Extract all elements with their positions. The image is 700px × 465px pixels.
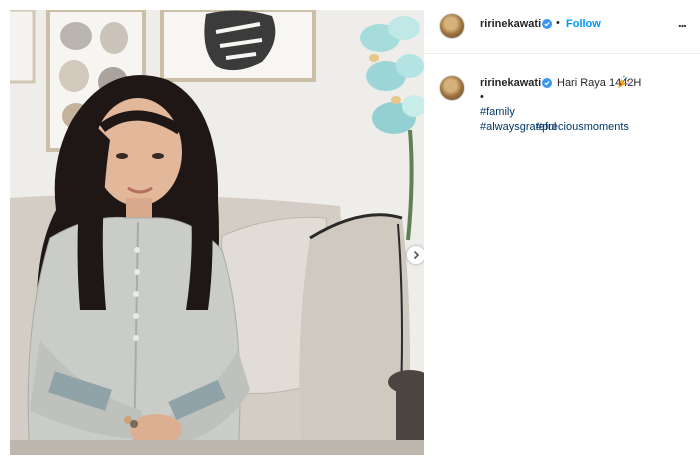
caption: ririnekawati Hari Raya 1442H • #family #… [424, 54, 700, 174]
post-side-panel: ririnekawati • Follow ... ririnekawati H… [424, 0, 700, 465]
hashtag-link[interactable]: #family [480, 106, 515, 118]
chevron-right-icon [414, 251, 420, 259]
next-photo-button[interactable] [407, 246, 424, 264]
verified-badge-icon [542, 19, 552, 29]
verified-badge-icon [542, 78, 552, 88]
party-popper-icon [618, 75, 630, 88]
separator-dot: • [556, 17, 560, 29]
username-link[interactable]: ririnekawati [480, 18, 541, 30]
post-photo[interactable] [10, 10, 424, 455]
caption-bullet: • [480, 91, 484, 103]
hashtag-link[interactable]: #preciousmoments [536, 121, 629, 133]
caption-avatar[interactable] [439, 75, 465, 101]
avatar[interactable] [439, 13, 465, 39]
post-image [10, 10, 424, 455]
caption-username-link[interactable]: ririnekawati [480, 77, 541, 89]
follow-button[interactable]: Follow [566, 18, 601, 30]
more-options-icon[interactable]: ... [678, 16, 694, 30]
post-header: ririnekawati • Follow ... [424, 0, 700, 54]
